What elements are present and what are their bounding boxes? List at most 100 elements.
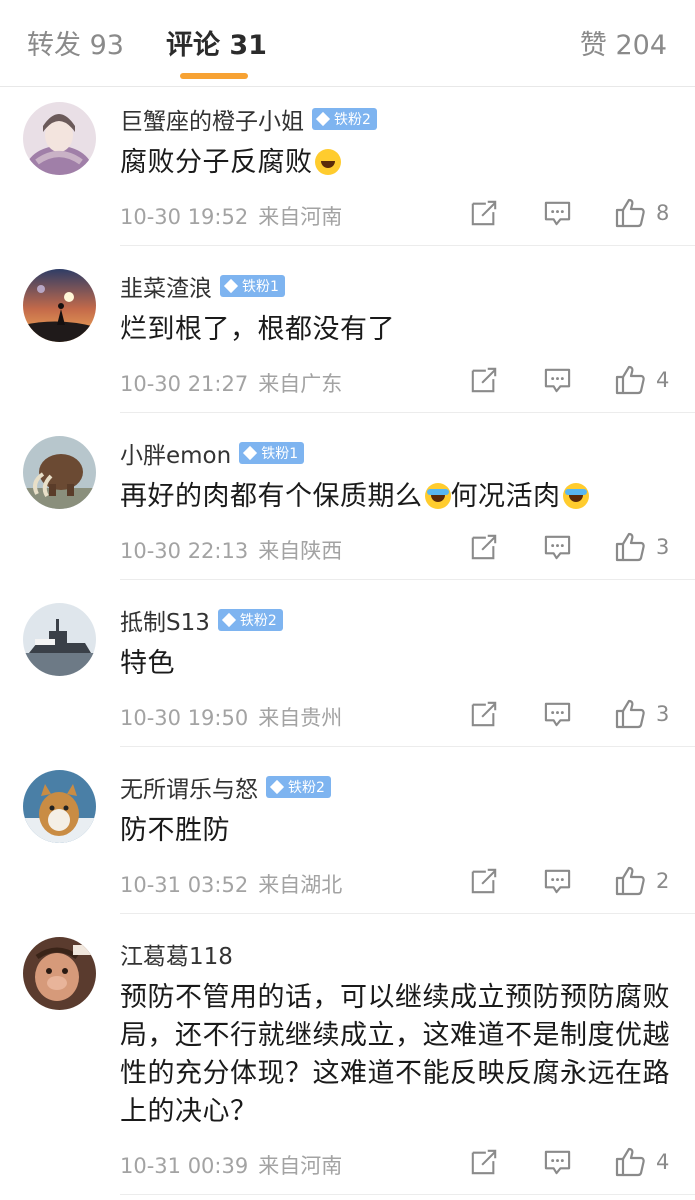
comment-text: 烂到根了，根都没有了 [120,314,395,345]
fan-badge[interactable]: 铁粉2 [266,776,331,798]
diamond-icon [315,111,331,127]
share-button[interactable] [470,867,498,895]
share-icon [470,1148,498,1176]
comment-time: 10-30 19:52 [120,205,249,229]
diamond-icon [269,779,285,795]
comment-tab-bar: 转发 93 评论 31 赞 204 [0,0,695,87]
like-button[interactable]: 3 [614,698,669,730]
share-button[interactable] [470,366,498,394]
fan-badge[interactable]: 铁粉1 [239,442,305,464]
share-button[interactable] [470,700,498,728]
fan-badge-label: 铁粉1 [242,279,279,295]
avatar[interactable] [23,102,96,175]
reply-button[interactable] [543,700,572,729]
grin-emoji-icon [314,149,341,175]
share-icon [470,366,498,394]
divider [120,245,695,246]
comment-meta: 10-31 00:39 来自河南 [120,1150,342,1180]
avatar[interactable] [23,603,96,676]
thumbs-up-icon [614,865,646,897]
comment-location: 来自河南 [258,1154,343,1178]
share-icon [470,867,498,895]
like-button[interactable]: 4 [614,364,669,396]
comment-location: 来自广东 [258,372,343,396]
comment-time: 10-30 22:13 [120,539,249,563]
comment-meta: 10-30 19:50 来自贵州 [120,702,342,732]
comment-icon [543,366,572,395]
fan-badge[interactable]: 铁粉2 [312,108,377,130]
comment-header: 韭菜渣浪 铁粉1 [120,269,285,303]
comment-header: 抵制S13 铁粉2 [120,603,283,637]
comment-text-part: 何况活肉 [450,481,561,512]
comment-text: 防不胜防 [120,815,230,846]
tab-likes[interactable]: 赞 204 [580,26,667,66]
comment-text-part: 再好的肉都有个保质期么 [120,481,423,512]
comment-time: 10-31 00:39 [120,1154,249,1178]
fan-badge[interactable]: 铁粉2 [217,609,283,631]
like-button[interactable]: 4 [614,1146,669,1178]
comment-header: 江葛葛118 [120,937,233,971]
share-button[interactable] [470,533,498,561]
comment-location: 来自湖北 [258,873,343,897]
comment-text: 预防不管用的话，可以继续成立预防预防腐败局，还不行就继续成立，这难道不是制度优越… [120,982,670,1127]
reply-button[interactable] [543,366,572,395]
comment-icon [543,867,572,896]
share-button[interactable] [470,199,498,227]
divider [120,746,695,747]
avatar[interactable] [23,770,96,843]
username[interactable]: 小胖emon [120,436,231,470]
tab-repost[interactable]: 转发 93 [27,26,124,66]
comment-icon [543,533,572,562]
tab-comments[interactable]: 评论 31 [166,26,267,66]
comment-location: 来自陕西 [258,539,343,563]
reply-button[interactable] [543,533,572,562]
avatar[interactable] [23,269,96,342]
thumbs-up-icon [614,1146,646,1178]
fan-badge-label: 铁粉2 [288,780,325,796]
diamond-icon [221,612,236,628]
thumbs-up-icon [614,531,646,563]
divider [120,412,695,413]
like-count: 8 [656,201,670,225]
thumbs-up-icon [614,197,646,229]
comment-time: 10-30 21:27 [120,372,249,396]
comment-header: 小胖emon 铁粉1 [120,436,305,470]
fan-badge-label: 铁粉2 [334,112,371,128]
fan-badge[interactable]: 铁粉1 [220,275,285,297]
comment-header: 无所谓乐与怒 铁粉2 [120,770,331,804]
comment-location: 来自河南 [258,205,343,229]
comment-header: 巨蟹座的橙子小姐 铁粉2 [120,102,377,136]
diamond-icon [243,445,258,461]
comment-icon [543,1148,572,1177]
thumbs-up-icon [614,364,646,396]
comment-time: 10-30 19:50 [120,706,249,730]
laugh-cry-emoji-icon [424,483,451,509]
reply-button[interactable] [543,1148,572,1177]
fan-badge-label: 铁粉1 [261,446,299,462]
comment-time: 10-31 03:52 [120,873,249,897]
comment-text: 特色 [120,648,175,679]
comment-meta: 10-30 22:13 来自陕西 [120,535,342,565]
like-count: 4 [656,368,670,392]
avatar[interactable] [23,436,96,509]
like-count: 4 [656,1150,670,1174]
comment-location: 来自贵州 [258,706,343,730]
like-button[interactable]: 8 [614,197,669,229]
avatar[interactable] [23,937,96,1010]
like-button[interactable]: 2 [614,865,669,897]
comment-meta: 10-31 03:52 来自湖北 [120,869,342,899]
username[interactable]: 巨蟹座的橙子小姐 [120,102,304,136]
username[interactable]: 韭菜渣浪 [120,269,212,303]
share-button[interactable] [470,1148,498,1176]
reply-button[interactable] [543,867,572,896]
username[interactable]: 无所谓乐与怒 [120,770,258,804]
divider [120,579,695,580]
comment-text: 再好的肉都有个保质期么 何况活肉 [120,478,680,516]
username[interactable]: 江葛葛118 [120,937,233,971]
like-button[interactable]: 3 [614,531,669,563]
username[interactable]: 抵制S13 [120,603,210,637]
like-count: 3 [656,702,670,726]
share-icon [470,199,498,227]
comment-icon [543,700,572,729]
reply-button[interactable] [543,199,572,228]
